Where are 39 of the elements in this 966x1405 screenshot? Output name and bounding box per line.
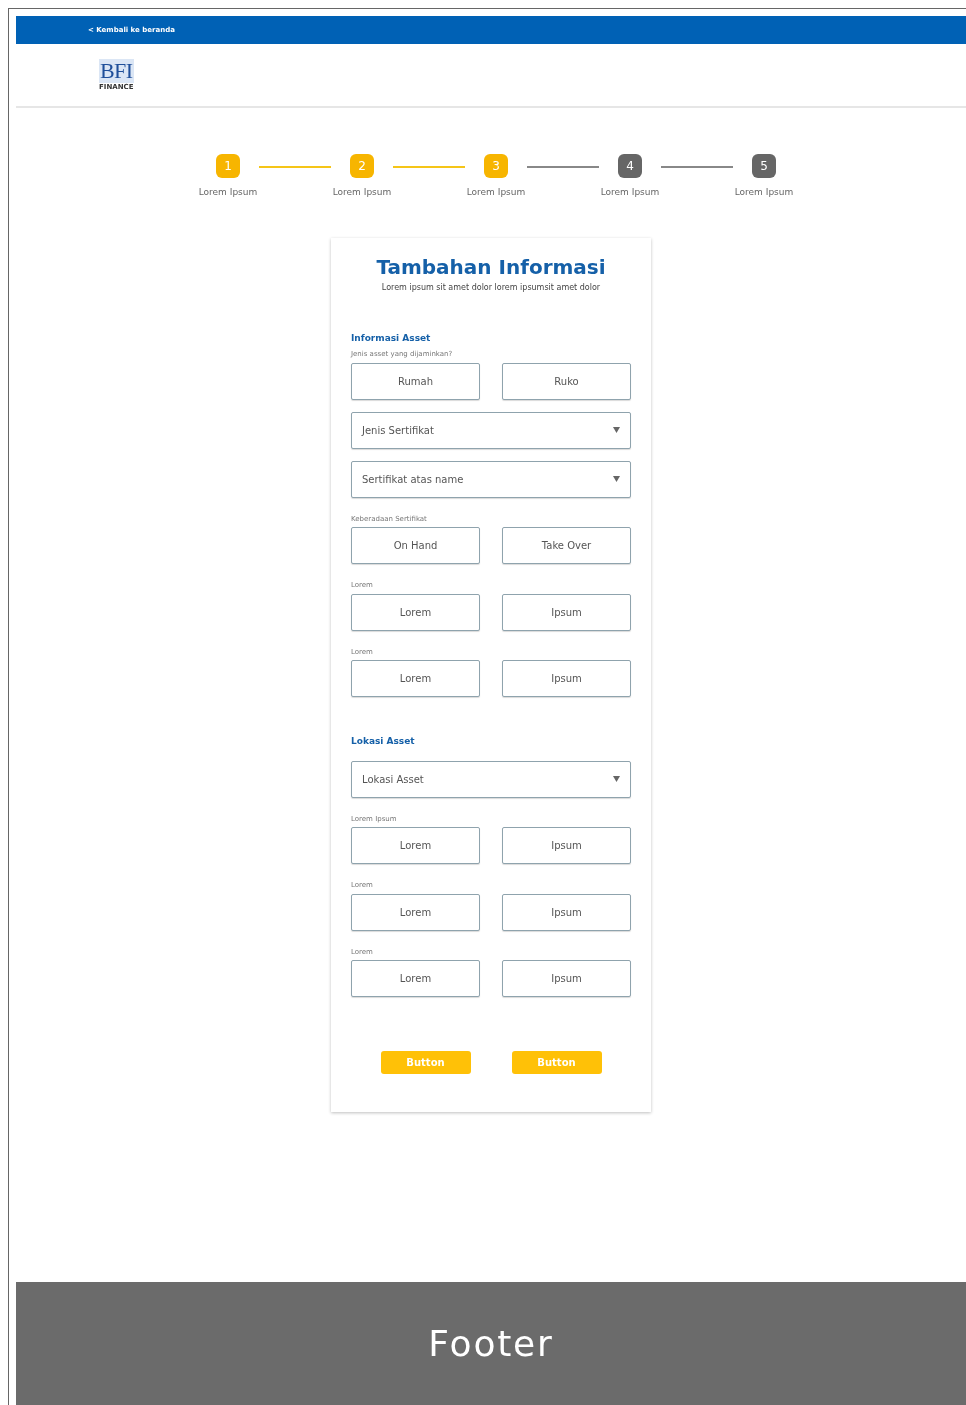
select-field[interactable]: Jenis Sertifikat [351,411,631,449]
logo-mark: BFI [99,59,134,83]
step-label: Lorem Ipsum [198,186,258,199]
card-title: Tambahan Informasi [375,253,607,281]
option-button[interactable]: On Hand [351,527,480,564]
option-button[interactable]: Ipsum [502,660,631,697]
step-label: Lorem Ipsum [600,186,660,199]
select-placeholder: Sertifikat atas name [362,472,464,487]
select-placeholder: Lokasi Asset [362,772,424,787]
option-button[interactable]: Lorem [351,893,480,931]
option-button[interactable]: Lorem [351,660,480,697]
option-button[interactable]: Rumah [351,362,480,400]
option-button[interactable]: Ipsum [502,893,631,931]
option-button[interactable]: Lorem [351,960,480,997]
step-number: 1 [216,154,240,178]
caret-icon [613,476,620,482]
step-label: Lorem Ipsum [734,186,794,199]
option-button[interactable]: Take Over [502,527,631,564]
select-field[interactable]: Lokasi Asset [351,760,631,798]
step-number: 4 [618,154,642,178]
section-heading: Lokasi Asset [351,735,416,748]
step-number: 2 [350,154,374,178]
step-number: 3 [484,154,508,178]
footer-text: Footer [428,1321,554,1366]
select-field[interactable]: Sertifikat atas name [351,460,631,498]
caret-icon [613,427,620,433]
card-subtitle: Lorem ipsum sit amet dolor lorem ipsumsit amet dolor [380,281,602,294]
option-button[interactable]: Ipsum [502,827,631,864]
section-heading: Informasi Asset [351,331,432,345]
option-button[interactable]: Ipsum [502,960,631,997]
step-number: 5 [752,154,776,178]
select-placeholder: Jenis Sertifikat [362,423,434,438]
caret-icon [613,776,620,782]
option-button[interactable]: Lorem [351,593,480,631]
step-label: Lorem Ipsum [332,186,392,199]
option-button[interactable]: Ruko [502,362,631,400]
option-button[interactable]: Ipsum [502,593,631,631]
option-button[interactable]: Lorem [351,827,480,864]
step-label: Lorem Ipsum [466,186,526,199]
